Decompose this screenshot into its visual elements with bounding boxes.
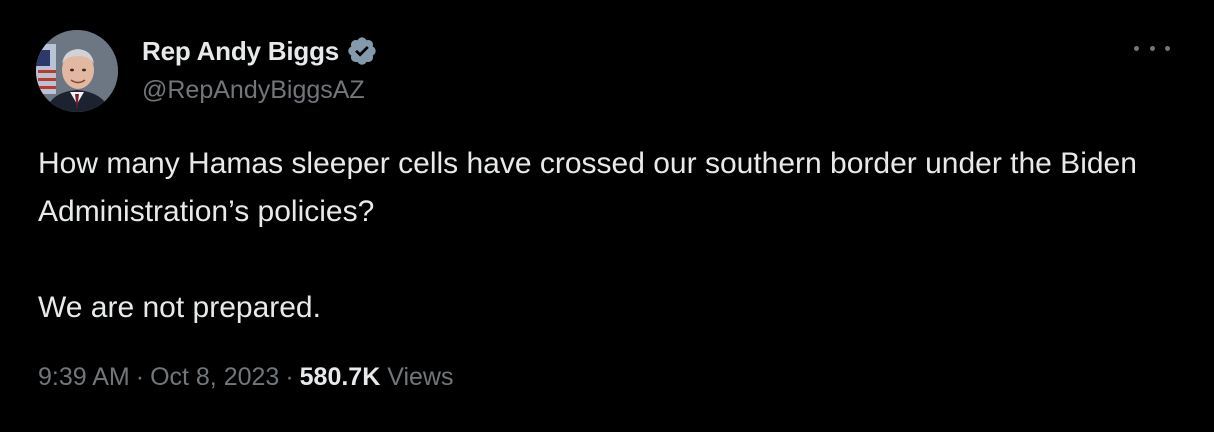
meta-separator: ·	[285, 363, 294, 391]
author-name-row: Rep Andy Biggs	[142, 34, 378, 68]
dot	[1134, 45, 1139, 51]
author-display-name[interactable]: Rep Andy Biggs	[142, 36, 339, 67]
verified-badge-icon[interactable]	[346, 35, 378, 67]
profile-photo-icon	[36, 30, 118, 112]
dot	[1149, 45, 1155, 51]
tweet-time[interactable]: 9:39 AM	[38, 363, 130, 391]
more-options-icon[interactable]	[1134, 38, 1170, 58]
tweet-date[interactable]: Oct 8, 2023	[150, 363, 279, 391]
tweet-card: Rep Andy Biggs @RepAndyBiggsAZ How many …	[0, 0, 1214, 432]
views-count[interactable]: 580.7K	[300, 363, 381, 391]
tweet-meta: 9:39 AM · Oct 8, 2023 · 580.7K Views	[38, 363, 453, 392]
dot	[1165, 45, 1170, 51]
tweet-text: How many Hamas sleeper cells have crosse…	[38, 140, 1178, 332]
avatar[interactable]	[36, 30, 118, 112]
views-label: Views	[387, 363, 454, 391]
tweet-paragraph-1: How many Hamas sleeper cells have crosse…	[38, 147, 1137, 228]
author-handle[interactable]: @RepAndyBiggsAZ	[142, 76, 365, 105]
meta-separator: ·	[135, 363, 145, 391]
tweet-paragraph-2: We are not prepared.	[38, 291, 321, 324]
